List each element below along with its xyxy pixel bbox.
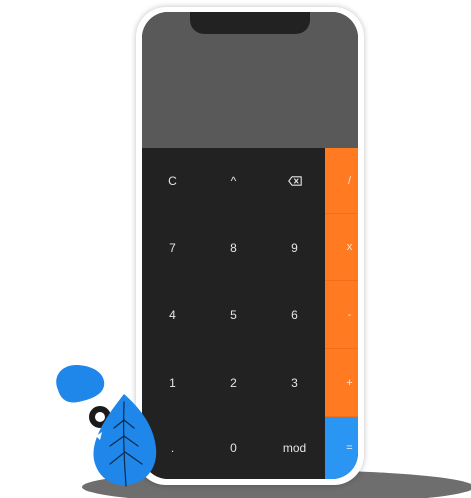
digit-4-key[interactable]: 4	[142, 281, 203, 349]
mod-key[interactable]: mod	[264, 417, 325, 479]
backspace-key[interactable]	[264, 148, 325, 214]
subtract-key[interactable]: -	[325, 281, 358, 349]
clear-key[interactable]: C	[142, 148, 203, 214]
power-key[interactable]: ^	[203, 148, 264, 214]
digit-7-key[interactable]: 7	[142, 214, 203, 281]
multiply-key[interactable]: x	[325, 214, 358, 281]
digit-2-key[interactable]: 2	[203, 349, 264, 417]
backspace-icon	[287, 176, 302, 186]
equals-key[interactable]: =	[325, 417, 358, 479]
illustration-stage: C ^ / 7 8 9 x 4 5 6 - 1 2 3 + . 0 mod =	[0, 0, 471, 498]
digit-9-key[interactable]: 9	[264, 214, 325, 281]
digit-0-key[interactable]: 0	[203, 417, 264, 479]
digit-8-key[interactable]: 8	[203, 214, 264, 281]
phone-notch	[190, 12, 310, 34]
add-key[interactable]: +	[325, 349, 358, 417]
digit-3-key[interactable]: 3	[264, 349, 325, 417]
digit-5-key[interactable]: 5	[203, 281, 264, 349]
divide-key[interactable]: /	[325, 148, 358, 214]
calculator-screen: C ^ / 7 8 9 x 4 5 6 - 1 2 3 + . 0 mod =	[142, 12, 358, 479]
small-leaf-icon	[56, 364, 105, 403]
calculator-keypad: C ^ / 7 8 9 x 4 5 6 - 1 2 3 + . 0 mod =	[142, 148, 358, 479]
phone-frame: C ^ / 7 8 9 x 4 5 6 - 1 2 3 + . 0 mod =	[136, 7, 364, 485]
plant-illustration	[56, 364, 157, 487]
digit-6-key[interactable]: 6	[264, 281, 325, 349]
